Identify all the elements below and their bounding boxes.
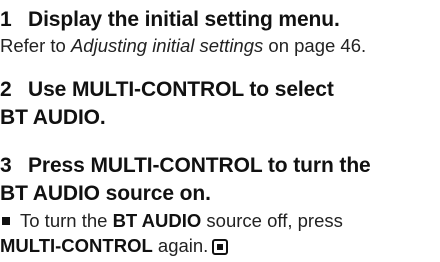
cross-reference-link: Adjusting initial settings [70,35,264,56]
manual-page: 1 Display the initial setting menu. Refer… [0,0,440,262]
step-3-heading: 3 Press MULTI-CONTROL to turn the [0,152,440,180]
step-1-body-suffix: on page 46. [263,35,367,56]
step-1-body-prefix: Refer to [0,35,71,56]
note-text-part2: source off, press [201,210,343,231]
step-3-note-line2: MULTI-CONTROL again. [0,233,440,258]
step-1-title: Display the initial setting menu. [28,8,340,31]
step-1: 1 Display the initial setting menu. Refer… [0,6,440,58]
note-source-name: BT AUDIO [112,210,202,231]
square-bullet-icon [2,217,10,226]
end-of-section-icon [212,239,229,255]
step-3: 3 Press MULTI-CONTROL to turn the BT AUDI… [0,152,440,258]
step-2-title-line2: BT AUDIO. [0,106,106,129]
step-1-heading: 1 Display the initial setting menu. [0,6,440,34]
step-2-title-line1: Use MULTI-CONTROL to select [28,78,334,101]
step-2-number: 2 [0,78,12,101]
step-3-title-line1: Press MULTI-CONTROL to turn the [28,154,371,177]
step-3-heading-cont: BT AUDIO source on. [0,180,440,208]
step-3-number: 3 [0,154,12,177]
note-text-part1: To turn the [20,210,113,231]
step-3-note-line1: To turn the BT AUDIO source off, press [0,208,440,233]
step-1-number: 1 [0,8,12,31]
step-3-title-line2: BT AUDIO source on. [0,182,211,205]
step-1-instruction: Refer to Adjusting initial settings on p… [0,34,440,58]
step-2-heading: 2 Use MULTI-CONTROL to select [0,76,440,104]
step-2-heading-cont: BT AUDIO. [0,104,440,132]
step-2: 2 Use MULTI-CONTROL to select BT AUDIO. [0,76,440,132]
note-control-name: MULTI-CONTROL [0,235,153,256]
note-text-part3: again. [152,235,209,256]
